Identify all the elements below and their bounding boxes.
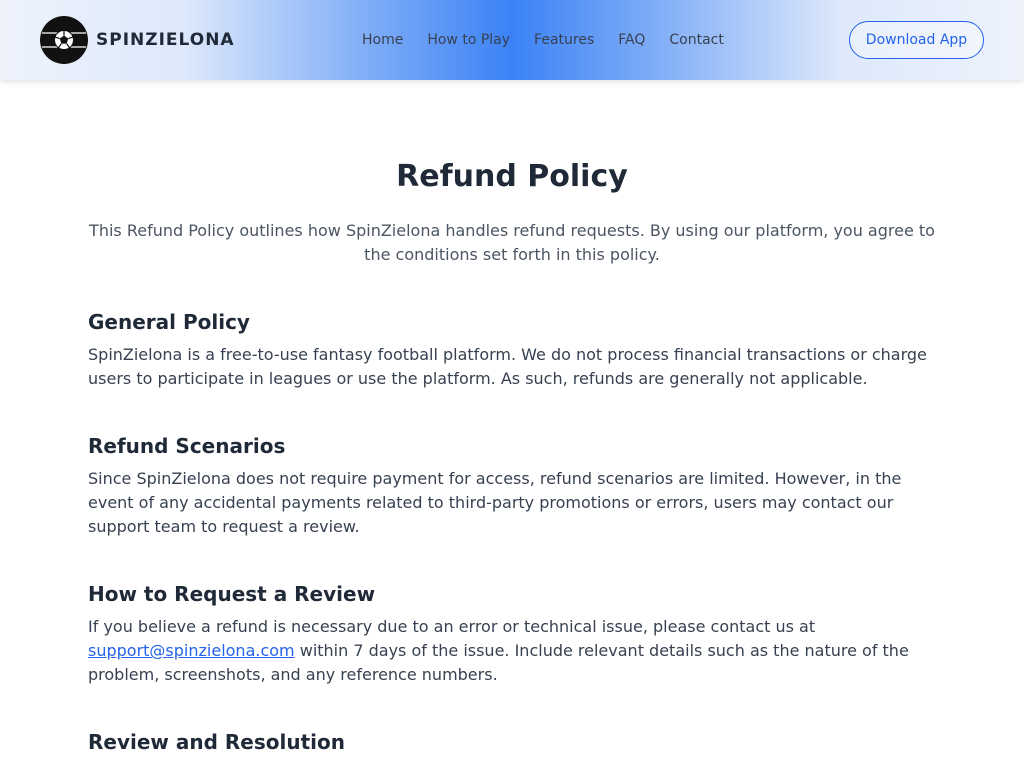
nav-link-features[interactable]: Features [534, 30, 594, 50]
nav-link-contact[interactable]: Contact [669, 30, 723, 50]
main-nav: Home How to Play Features FAQ Contact [362, 30, 724, 50]
logo[interactable]: SPINZIELONA [40, 16, 235, 64]
section-title-review-resolution: Review and Resolution [88, 730, 345, 754]
nav-link-home[interactable]: Home [362, 30, 403, 50]
nav-link-faq[interactable]: FAQ [618, 30, 645, 50]
section-body-refund-scenarios: Since SpinZielona does not require payme… [88, 469, 902, 536]
request-review-text-before: If you believe a refund is necessary due… [88, 617, 816, 636]
intro-paragraph: This Refund Policy outlines how SpinZiel… [89, 221, 935, 264]
section-title-refund-scenarios: Refund Scenarios [88, 434, 286, 458]
page-title: Refund Policy [396, 159, 628, 194]
section-title-request-review: How to Request a Review [88, 582, 376, 606]
brand-name: SPINZIELONA [96, 30, 235, 50]
soccer-ball-icon [40, 16, 88, 64]
section-body-request-review: If you believe a refund is necessary due… [88, 615, 936, 687]
download-app-button[interactable]: Download App [849, 21, 984, 59]
section-title-general-policy: General Policy [88, 310, 250, 334]
section-body-general-policy: SpinZielona is a free-to-use fantasy foo… [88, 345, 927, 388]
site-header: SPINZIELONA Home How to Play Features FA… [0, 0, 1024, 80]
support-email-link[interactable]: support@spinzielona.com [88, 641, 295, 660]
nav-link-how-to-play[interactable]: How to Play [427, 30, 510, 50]
